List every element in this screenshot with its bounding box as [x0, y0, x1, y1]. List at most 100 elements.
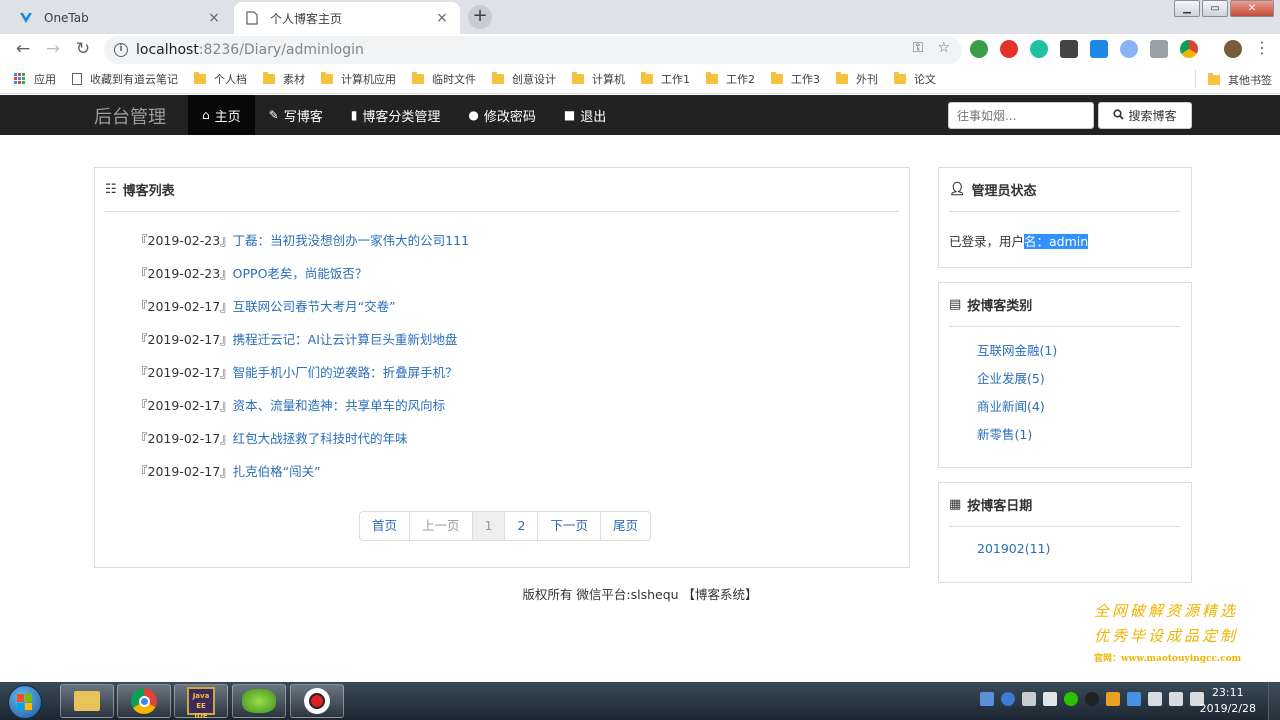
nav-item-category-manage[interactable]: ▮ 博客分类管理 [337, 95, 455, 135]
nav-item-home[interactable]: ⌂ 主页 [188, 95, 255, 135]
blog-title-link[interactable]: 扎克伯格“闯关” [233, 461, 321, 494]
extension-icon[interactable] [1180, 40, 1198, 58]
tray-icon[interactable] [1148, 692, 1162, 706]
help-icon[interactable] [1001, 692, 1015, 706]
key-icon[interactable]: ⚿ [913, 40, 924, 56]
watermark-url: 官网：www.maotouyingcc.com [1094, 654, 1242, 664]
admin-status-panel: 👤︎ 管理员状态 已登录，用户名：admin [938, 167, 1192, 268]
info-icon[interactable]: i [114, 43, 128, 57]
pager-page-2[interactable]: 2 [504, 512, 537, 540]
category-link[interactable]: 新零售(1) [977, 424, 1057, 452]
star-icon[interactable]: ☆ [937, 40, 950, 56]
blog-title-link[interactable]: 智能手机小厂们的逆袭路：折叠屏手机？ [233, 362, 458, 395]
blog-title-link[interactable]: 互联网公司春节大考月“交卷” [233, 296, 396, 329]
bookmark-folder[interactable]: 临时文件 [412, 71, 476, 87]
site-navbar: 后台管理 ⌂ 主页 ✎ 写博客 ▮ 博客分类管理 ● 修改密码 ■ 退出 搜索博… [0, 95, 1280, 135]
divider [1195, 70, 1196, 88]
nav-item-label: 写博客 [283, 109, 323, 125]
bookmark-folder[interactable]: 创意设计 [492, 71, 556, 87]
taskbar-app-recorder[interactable] [290, 684, 344, 718]
blog-date: 『2019-02-23』 [135, 266, 233, 281]
forward-icon[interactable]: → [42, 38, 64, 60]
blog-list-panel: ☷ 博客列表 『2019-02-23』 丁磊：当初我没想创办一家伟大的公司111 … [94, 167, 910, 568]
brand[interactable]: 后台管理 [94, 103, 166, 129]
blog-title-link[interactable]: 资本、流量和造神：共享单车的风向标 [233, 395, 446, 428]
minimize-button[interactable]: ▁ [1174, 0, 1200, 17]
back-icon[interactable]: ← [12, 38, 34, 60]
book-icon: ▮ [350, 108, 358, 122]
page-icon [72, 72, 82, 85]
extension-icon[interactable] [1000, 40, 1018, 58]
calendar-icon: ▦ [949, 497, 962, 512]
bookmark-folder[interactable]: 计算机应用 [321, 71, 396, 87]
pager-next[interactable]: 下一页 [537, 512, 600, 540]
pager-prev[interactable]: 上一页 [409, 512, 472, 540]
pager-first[interactable]: 首页 [360, 512, 409, 540]
extension-icon[interactable] [1120, 40, 1138, 58]
tray-icon[interactable] [1043, 692, 1057, 706]
pager-last[interactable]: 尾页 [599, 512, 650, 540]
clock[interactable]: 23:11 2019/2/28 [1200, 685, 1256, 717]
pager-page-1[interactable]: 1 [471, 512, 505, 540]
taskbar-app-chrome[interactable] [117, 684, 171, 718]
wechat-icon[interactable] [1064, 692, 1078, 706]
clock-time: 23:11 [1211, 686, 1244, 699]
tab-close-icon[interactable]: × [434, 10, 450, 26]
qq-icon[interactable] [1085, 692, 1099, 706]
bookmark-youdao[interactable]: 收藏到有道云笔记 [72, 71, 178, 87]
bookmark-folder[interactable]: 工作3 [771, 71, 820, 87]
bookmark-folder[interactable]: 素材 [263, 71, 305, 87]
blog-title-link[interactable]: OPPO老矣，尚能饭否？ [233, 263, 368, 296]
tray-icon[interactable] [1022, 692, 1036, 706]
tray-icon[interactable] [1106, 692, 1120, 706]
bookmark-folder[interactable]: 外刊 [836, 71, 878, 87]
taskbar-app-explorer[interactable] [60, 684, 114, 718]
date-link[interactable]: 201902(11) [977, 541, 1050, 556]
menu-icon[interactable]: ⋮ [1254, 38, 1270, 57]
tab-blog-home[interactable]: 个人博客主页 × [234, 2, 460, 34]
taskbar-app-green[interactable] [232, 684, 286, 718]
tab-onetab[interactable]: OneTab × [8, 2, 232, 34]
bookmark-folder[interactable]: 计算机 [572, 71, 625, 87]
url-path: :8236/Diary/adminlogin [198, 42, 364, 58]
close-window-button[interactable]: ✕ [1230, 0, 1274, 17]
chrome-icon [131, 688, 157, 714]
new-tab-button[interactable]: + [468, 5, 492, 29]
bookmark-label: 工作1 [661, 72, 690, 86]
bookmark-folder[interactable]: 论文 [894, 71, 936, 87]
extension-icon[interactable] [970, 40, 988, 58]
blog-title-link[interactable]: 丁磊：当初我没想创办一家伟大的公司111 [233, 230, 469, 263]
category-link[interactable]: 企业发展(5) [977, 368, 1057, 396]
blog-title-link[interactable]: 红包大战拯救了科技时代的年味 [233, 428, 408, 461]
nav-item-logout[interactable]: ■ 退出 [550, 95, 620, 135]
bookmark-apps[interactable]: 应用 [14, 71, 56, 87]
bookmark-folder[interactable]: 工作1 [641, 71, 690, 87]
extension-icon[interactable] [1030, 40, 1048, 58]
show-desktop-button[interactable] [1268, 682, 1280, 720]
taskbar-app-eclipse[interactable]: Java EE IDE [174, 684, 228, 720]
tab-close-icon[interactable]: × [206, 10, 222, 26]
bookmark-other[interactable]: 其他书签 [1208, 72, 1272, 88]
tray-icon[interactable] [980, 692, 994, 706]
reload-icon[interactable]: ↻ [72, 38, 94, 60]
category-link[interactable]: 互联网金融(1) [977, 340, 1057, 368]
search-button[interactable]: 搜索博客 [1098, 102, 1192, 129]
extension-icon[interactable] [1060, 40, 1078, 58]
search-input[interactable] [948, 102, 1094, 129]
category-link[interactable]: 商业新闻(4) [977, 396, 1057, 424]
nav-item-change-password[interactable]: ● 修改密码 [454, 95, 550, 135]
address-bar[interactable]: i localhost :8236/Diary/adminlogin ⚿ ☆ [104, 36, 962, 64]
extension-icon[interactable] [1150, 40, 1168, 58]
bookmark-folder[interactable]: 工作2 [706, 71, 755, 87]
start-button[interactable] [8, 685, 42, 719]
blog-list-heading: 博客列表 [122, 184, 175, 199]
extension-icon[interactable] [1090, 40, 1108, 58]
blog-title-link[interactable]: 携程迁云记：AI让云计算巨头重新划地盘 [233, 329, 458, 362]
folder-icon [194, 71, 206, 84]
maximize-button[interactable]: ▭ [1202, 0, 1228, 17]
nav-item-write-blog[interactable]: ✎ 写博客 [255, 95, 337, 135]
tray-icon[interactable] [1127, 692, 1141, 706]
profile-avatar[interactable] [1224, 40, 1242, 58]
bookmark-folder[interactable]: 个人档 [194, 71, 247, 87]
network-icon[interactable] [1169, 692, 1183, 706]
